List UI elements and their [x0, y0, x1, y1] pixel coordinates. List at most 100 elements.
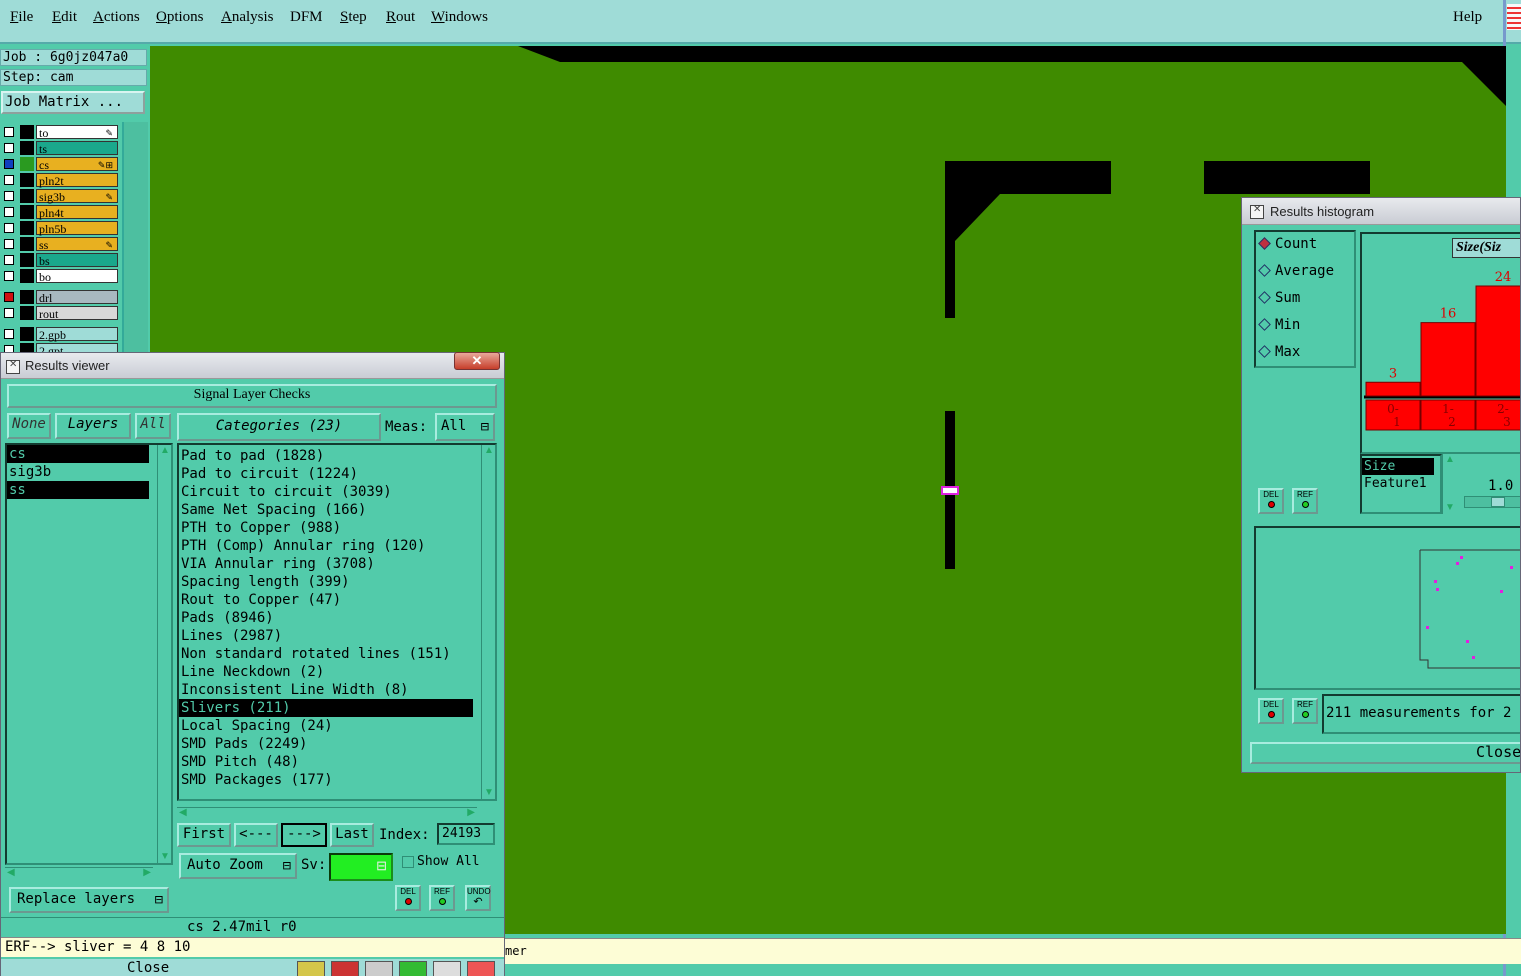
layer-color-swatch[interactable] [20, 306, 34, 320]
layer-color-swatch[interactable] [20, 290, 34, 304]
category-item[interactable]: Pad to pad (1828) [179, 447, 473, 465]
layer-color-swatch[interactable] [20, 125, 34, 139]
none-button[interactable]: None [7, 413, 51, 439]
command-line[interactable]: mer [505, 938, 1521, 964]
layer-color-swatch[interactable] [20, 253, 34, 267]
category-item[interactable]: Pad to circuit (1224) [179, 465, 473, 483]
category-item[interactable]: Pads (8946) [179, 609, 473, 627]
layer-row-rout[interactable]: rout [2, 306, 118, 321]
menu-edit[interactable]: Edit [52, 9, 77, 26]
tool-icon-2[interactable] [331, 961, 359, 976]
layer-checkbox[interactable] [4, 308, 14, 318]
layer-name[interactable]: ss ✎ [36, 237, 118, 252]
layer-checkbox[interactable] [4, 329, 14, 339]
field-list-scrollbar[interactable]: ▲ ▼ [1442, 454, 1456, 514]
last-button[interactable]: Last [330, 823, 374, 847]
layer-name[interactable]: to ✎ [36, 125, 118, 140]
layer-name[interactable]: pln5b [36, 221, 118, 236]
categories-list-scrollbar[interactable]: ▲ ▼ [481, 445, 495, 799]
tool-icon-5[interactable] [433, 961, 461, 976]
category-item[interactable]: VIA Annular ring (3708) [179, 555, 473, 573]
histogram-icon[interactable] [467, 961, 495, 976]
menu-options[interactable]: Options [156, 9, 204, 26]
layer-row-pln2t[interactable]: pln2t [2, 173, 118, 188]
layer-checkbox[interactable] [4, 255, 14, 265]
layer-color-swatch[interactable] [20, 269, 34, 283]
category-item[interactable]: PTH (Comp) Annular ring (120) [179, 537, 473, 555]
layer-name[interactable]: bo [36, 269, 118, 284]
category-item[interactable]: Line Neckdown (2) [179, 663, 473, 681]
layer-checkbox[interactable] [4, 271, 14, 281]
layer-checkbox[interactable] [4, 143, 14, 153]
tool-icon-3[interactable] [365, 961, 393, 976]
job-matrix-button[interactable]: Job Matrix ... [1, 91, 145, 114]
layers-button[interactable]: Layers [55, 413, 131, 439]
layer-checkbox[interactable] [4, 223, 14, 233]
layer-color-swatch[interactable] [20, 237, 34, 251]
layer-row-bs[interactable]: bs [2, 253, 118, 268]
layer-name[interactable]: drl [36, 290, 118, 305]
layer-checkbox[interactable] [4, 191, 14, 201]
histogram-close-button[interactable]: Close [1250, 742, 1520, 764]
layer-checkbox[interactable] [4, 159, 14, 169]
category-item[interactable]: Non standard rotated lines (151) [179, 645, 473, 663]
category-item[interactable]: Rout to Copper (47) [179, 591, 473, 609]
radio-diamond-icon[interactable] [1258, 318, 1271, 331]
category-item[interactable]: SMD Pads (2249) [179, 735, 473, 753]
category-item[interactable]: SMD Pitch (48) [179, 753, 473, 771]
menu-windows[interactable]: Windows [431, 9, 488, 26]
layer-row-sig3b[interactable]: sig3b ✎ [2, 189, 118, 204]
category-item[interactable]: PTH to Copper (988) [179, 519, 473, 537]
index-field[interactable]: 24193 [437, 823, 495, 845]
step-slider[interactable] [1464, 496, 1520, 508]
app-menu-icon[interactable] [1507, 4, 1521, 30]
layer-name[interactable]: pln2t [36, 173, 118, 188]
layer-checkbox[interactable] [4, 239, 14, 249]
radio-diamond-icon[interactable] [1258, 291, 1271, 304]
layer-color-swatch[interactable] [20, 189, 34, 203]
menu-analysis[interactable]: Analysis [221, 9, 274, 26]
layer-name[interactable]: 2.gpb [36, 327, 118, 342]
layer-checkbox[interactable] [4, 292, 14, 302]
layer-row-pln5b[interactable]: pln5b [2, 221, 118, 236]
layer-color-swatch[interactable] [20, 157, 34, 171]
delete-button[interactable]: DEL [395, 885, 421, 911]
menu-rout[interactable]: Rout [386, 9, 415, 26]
reference-button[interactable]: REF [429, 885, 455, 911]
menu-actions[interactable]: Actions [93, 9, 140, 26]
category-item[interactable]: Inconsistent Line Width (8) [179, 681, 473, 699]
severity-dropdown[interactable]: ⊟ [329, 853, 393, 881]
layer-list-scrollbar[interactable] [122, 122, 148, 356]
meas-dropdown[interactable]: All ⊟ [435, 413, 495, 441]
radio-diamond-icon[interactable] [1258, 345, 1271, 358]
histogram-field-item[interactable]: Size [1362, 458, 1434, 475]
layer-name[interactable]: ts [36, 141, 118, 156]
category-item[interactable]: Slivers (211) [179, 699, 473, 717]
close-window-button[interactable]: ✕ [454, 352, 500, 370]
histogram-bar[interactable] [1475, 285, 1521, 397]
layer-color-swatch[interactable] [20, 205, 34, 219]
radio-diamond-icon[interactable] [1258, 264, 1271, 277]
histogram-field-item[interactable]: Feature1 [1362, 475, 1434, 492]
category-item[interactable]: Local Spacing (24) [179, 717, 473, 735]
layer-name[interactable]: rout [36, 306, 118, 321]
mode-radio-sum[interactable]: Sum [1258, 290, 1300, 306]
next-button[interactable]: ---> [281, 823, 327, 847]
layer-name[interactable]: bs [36, 253, 118, 268]
layer-row-ss[interactable]: ss ✎ [2, 237, 118, 252]
undo-button[interactable]: UNDO ↶ [465, 885, 491, 911]
first-button[interactable]: First [177, 823, 231, 847]
show-all-checkbox[interactable] [402, 856, 414, 868]
layer-row-cs[interactable]: cs ✎⊞ [2, 157, 118, 172]
replace-layers-dropdown[interactable]: Replace layers ⊟ [9, 887, 169, 913]
layers-list-scrollbar[interactable]: ▲ ▼ [157, 445, 171, 863]
layer-row-drl[interactable]: drl [2, 290, 118, 305]
categories-list-hscrollbar[interactable]: ◀ ▶ [177, 807, 477, 819]
all-button[interactable]: All [135, 413, 171, 439]
mode-radio-average[interactable]: Average [1258, 263, 1334, 279]
layer-name[interactable]: pln4t [36, 205, 118, 220]
layer-row-2-gpb[interactable]: 2.gpb [2, 327, 118, 342]
layers-list-item[interactable]: ss [7, 481, 149, 499]
layer-row-to[interactable]: to ✎ [2, 125, 118, 140]
histogram-delete-button[interactable]: DEL [1258, 488, 1284, 514]
